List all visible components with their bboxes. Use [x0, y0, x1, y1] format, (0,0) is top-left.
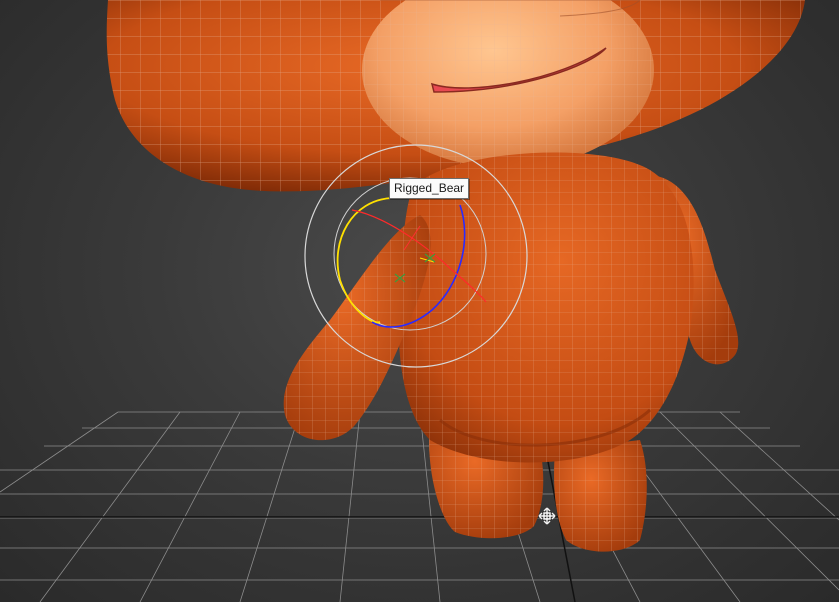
object-name-tooltip: Rigged_Bear: [389, 178, 470, 199]
viewport-perspective[interactable]: Rigged_Bear: [0, 0, 839, 602]
pivot-icon[interactable]: [538, 507, 556, 525]
ground-grid: [0, 411, 839, 602]
scene-canvas[interactable]: [0, 0, 839, 602]
